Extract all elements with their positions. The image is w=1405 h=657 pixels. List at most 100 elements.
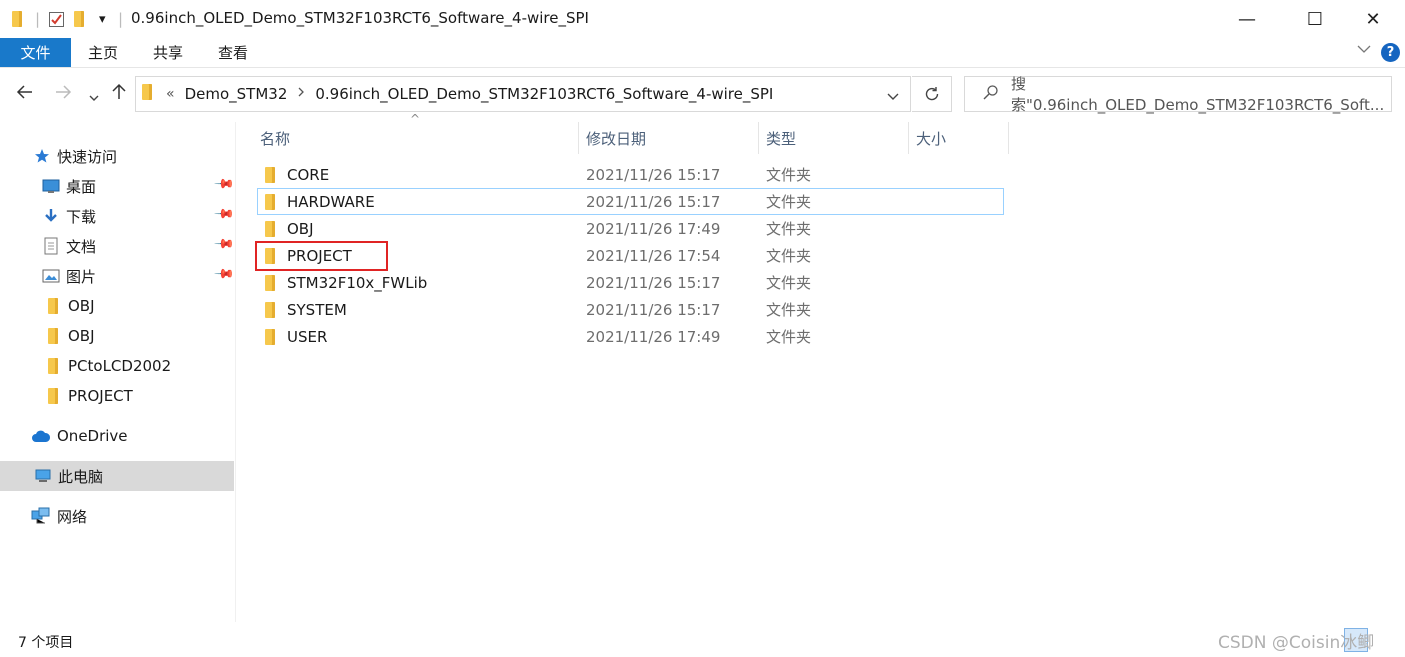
download-icon	[42, 207, 60, 225]
column-header-name[interactable]: 名称	[260, 122, 290, 154]
column-header-date[interactable]: 修改日期	[586, 122, 646, 154]
nav-label: 文档	[66, 237, 97, 256]
file-row[interactable]: STM32F10x_FWLib 2021/11/26 15:17 文件夹	[257, 269, 1004, 296]
address-dropdown[interactable]	[886, 88, 900, 106]
toolbar-divider: |	[118, 10, 124, 28]
pin-icon[interactable]: 📌	[213, 203, 235, 225]
folder-icon	[44, 387, 62, 405]
recent-locations-dropdown[interactable]	[88, 85, 100, 109]
nav-label: 此电脑	[58, 467, 104, 486]
status-item-count: 7 个项目	[18, 635, 74, 651]
file-row[interactable]: SYSTEM 2021/11/26 15:17 文件夹	[257, 296, 1004, 323]
nav-label: PCtoLCD2002	[68, 357, 172, 375]
maximize-button[interactable]: ☐	[1292, 0, 1338, 38]
document-icon	[42, 237, 60, 255]
folder-icon	[265, 329, 275, 347]
nav-label: PROJECT	[68, 387, 133, 405]
picture-icon	[42, 267, 60, 285]
search-input[interactable]: 搜索"0.96inch_OLED_Demo_STM32F103RCT6_Soft…	[1011, 73, 1391, 115]
sort-ascending-icon: ^	[410, 112, 421, 126]
folder-icon	[44, 327, 62, 345]
nav-pictures[interactable]: 图片 📌	[0, 261, 235, 291]
properties-icon[interactable]	[48, 9, 65, 29]
nav-desktop[interactable]: 桌面 📌	[0, 171, 235, 201]
navigation-pane: 快速访问 桌面 📌 下载 📌 文档 📌 图片 📌 OBJ OBJ PCtoLCD…	[0, 122, 236, 622]
folder-icon	[265, 275, 275, 293]
file-name: SYSTEM	[287, 300, 347, 319]
file-type: 文件夹	[766, 328, 812, 346]
column-header-type[interactable]: 类型	[766, 122, 796, 154]
nav-documents[interactable]: 文档 📌	[0, 231, 235, 261]
nav-folder-obj[interactable]: OBJ	[0, 291, 234, 321]
minimize-button[interactable]: —	[1224, 0, 1270, 38]
chevron-down-icon[interactable]	[1356, 42, 1372, 58]
computer-icon	[34, 467, 52, 485]
watermark-text: CSDN @Coisin冰鲫	[1218, 633, 1375, 653]
file-date: 2021/11/26 17:54	[586, 246, 721, 265]
forward-button[interactable]	[53, 82, 73, 107]
customize-toolbar-dropdown[interactable]: ▾	[99, 9, 106, 29]
file-row[interactable]: CORE 2021/11/26 15:17 文件夹	[257, 161, 1004, 188]
file-date: 2021/11/26 15:17	[586, 165, 721, 184]
nav-label: 快速访问	[57, 147, 118, 166]
network-icon	[31, 507, 51, 525]
nav-label: 图片	[66, 267, 97, 286]
file-type: 文件夹	[766, 301, 812, 319]
file-date: 2021/11/26 15:17	[586, 300, 721, 319]
search-icon	[983, 84, 999, 105]
new-folder-icon[interactable]	[74, 9, 84, 29]
nav-folder-obj[interactable]: OBJ	[0, 321, 234, 351]
nav-folder-pctolcd2002[interactable]: PCtoLCD2002	[0, 351, 234, 381]
file-row[interactable]: USER 2021/11/26 17:49 文件夹	[257, 323, 1004, 350]
file-date: 2021/11/26 17:49	[586, 219, 721, 238]
file-type: 文件夹	[766, 274, 812, 292]
annotation-highlight-box	[255, 241, 388, 271]
folder-icon	[12, 9, 22, 29]
file-name: HARDWARE	[287, 192, 375, 211]
file-type: 文件夹	[766, 166, 812, 184]
back-button[interactable]	[15, 82, 35, 107]
pin-icon[interactable]: 📌	[213, 173, 235, 195]
chevron-right-icon[interactable]	[297, 86, 305, 102]
nav-onedrive[interactable]: OneDrive	[0, 421, 234, 451]
help-icon[interactable]: ?	[1381, 43, 1400, 62]
desktop-icon	[42, 177, 60, 195]
breadcrumb-demo-stm32[interactable]: Demo_STM32	[185, 85, 288, 103]
nav-this-pc[interactable]: 此电脑	[0, 461, 234, 491]
tab-share[interactable]: 共享	[144, 38, 192, 67]
up-button[interactable]	[109, 82, 129, 107]
file-name: USER	[287, 327, 328, 346]
search-box[interactable]: 搜索"0.96inch_OLED_Demo_STM32F103RCT6_Soft…	[964, 73, 1392, 115]
file-row[interactable]: OBJ 2021/11/26 17:49 文件夹	[257, 215, 1004, 242]
folder-icon	[265, 221, 275, 239]
window-title: 0.96inch_OLED_Demo_STM32F103RCT6_Softwar…	[131, 9, 589, 27]
nav-network[interactable]: 网络	[0, 501, 234, 531]
folder-icon	[265, 194, 275, 212]
file-date: 2021/11/26 15:17	[586, 192, 721, 211]
close-button[interactable]: ✕	[1350, 0, 1396, 38]
breadcrumb-current-folder[interactable]: 0.96inch_OLED_Demo_STM32F103RCT6_Softwar…	[315, 85, 773, 103]
nav-downloads[interactable]: 下载 📌	[0, 201, 235, 231]
nav-label: 下载	[66, 207, 97, 226]
column-header-size[interactable]: 大小	[916, 122, 946, 154]
nav-label: OneDrive	[57, 427, 128, 445]
file-type: 文件夹	[766, 193, 812, 211]
refresh-button[interactable]	[912, 76, 952, 112]
tab-view[interactable]: 查看	[209, 38, 257, 67]
file-row[interactable]: HARDWARE 2021/11/26 15:17 文件夹	[257, 188, 1004, 215]
cloud-icon	[31, 427, 51, 445]
tab-file[interactable]: 文件	[0, 38, 71, 67]
nav-folder-project[interactable]: PROJECT	[0, 381, 234, 411]
nav-label: 网络	[57, 507, 88, 526]
pin-icon[interactable]: 📌	[213, 263, 235, 285]
nav-quick-access[interactable]: 快速访问	[0, 141, 234, 171]
column-divider[interactable]	[578, 122, 579, 154]
column-divider[interactable]	[908, 122, 909, 154]
nav-label: OBJ	[68, 327, 95, 345]
address-overflow[interactable]: «	[166, 86, 175, 102]
column-divider[interactable]	[1008, 122, 1009, 154]
tab-home[interactable]: 主页	[79, 38, 127, 67]
pin-icon[interactable]: 📌	[213, 233, 235, 255]
address-bar[interactable]: « Demo_STM32 0.96inch_OLED_Demo_STM32F10…	[135, 76, 911, 112]
column-divider[interactable]	[758, 122, 759, 154]
